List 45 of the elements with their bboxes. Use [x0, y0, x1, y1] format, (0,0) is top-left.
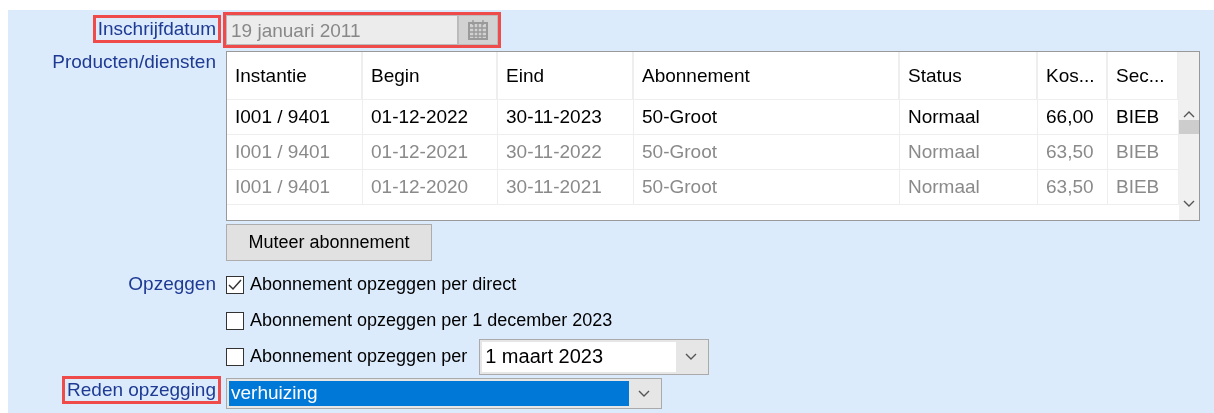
mutate-button[interactable]: Muteer abonnement: [226, 224, 432, 261]
scrollbar-thumb[interactable]: [1179, 120, 1199, 134]
date-dropdown[interactable]: 1 maart 2023: [479, 338, 710, 375]
table-cell: Normaal: [900, 135, 1038, 170]
column-header[interactable]: Status: [900, 52, 1038, 100]
table-cell: I001 / 9401: [227, 170, 363, 205]
table-cell: 30-11-2023: [498, 100, 634, 135]
table-cell: Normaal: [900, 170, 1038, 205]
table-cell: 50-Groot: [634, 100, 900, 135]
table-cell: 66,00: [1038, 100, 1108, 135]
field-label: Reden opzegging: [65, 379, 218, 401]
scrollbar[interactable]: [1179, 52, 1199, 220]
table-cell: I001 / 9401: [227, 100, 363, 135]
chevron-up-icon: [1183, 110, 1195, 118]
column-header[interactable]: Eind: [498, 52, 634, 100]
table-cell: 01-12-2021: [363, 135, 498, 170]
column-header[interactable]: Instantie: [227, 52, 363, 100]
chevron-down-icon: [1183, 200, 1195, 208]
field-label: Producten/diensten: [51, 51, 217, 73]
checkbox[interactable]: [226, 347, 244, 366]
table-cell: 63,50: [1038, 135, 1108, 170]
table-cell: 50-Groot: [634, 170, 900, 205]
table-cell: Normaal: [900, 100, 1038, 135]
table-cell: 50-Groot: [634, 135, 900, 170]
column-header[interactable]: Begin: [363, 52, 498, 100]
table-cell: 30-11-2021: [498, 170, 634, 205]
table-cell: I001 / 9401: [227, 135, 363, 170]
chevron-down-icon: [638, 389, 650, 398]
column-header[interactable]: Kos...: [1038, 52, 1108, 100]
table-cell: 63,50: [1038, 170, 1108, 205]
table-cell: 30-11-2022: [498, 135, 634, 170]
checkbox[interactable]: [226, 275, 244, 294]
chevron-down-icon: [685, 352, 698, 361]
table-cell: 01-12-2022: [363, 100, 498, 135]
column-header[interactable]: Abonnement: [634, 52, 900, 100]
reason-dropdown[interactable]: verhuizing: [226, 378, 662, 409]
checkbox-label: Abonnement opzeggen per direct: [250, 274, 517, 295]
field-label: Opzeggen: [127, 273, 217, 295]
calendar-icon: [467, 19, 489, 41]
checkbox-label: Abonnement opzeggen per: [250, 346, 468, 367]
check-icon: [228, 278, 242, 291]
table-cell: 01-12-2020: [363, 170, 498, 205]
checkbox[interactable]: [226, 311, 244, 330]
checkbox-label: Abonnement opzeggen per 1 december 2023: [250, 310, 613, 331]
field-label: Inschrijfdatum: [95, 18, 218, 40]
